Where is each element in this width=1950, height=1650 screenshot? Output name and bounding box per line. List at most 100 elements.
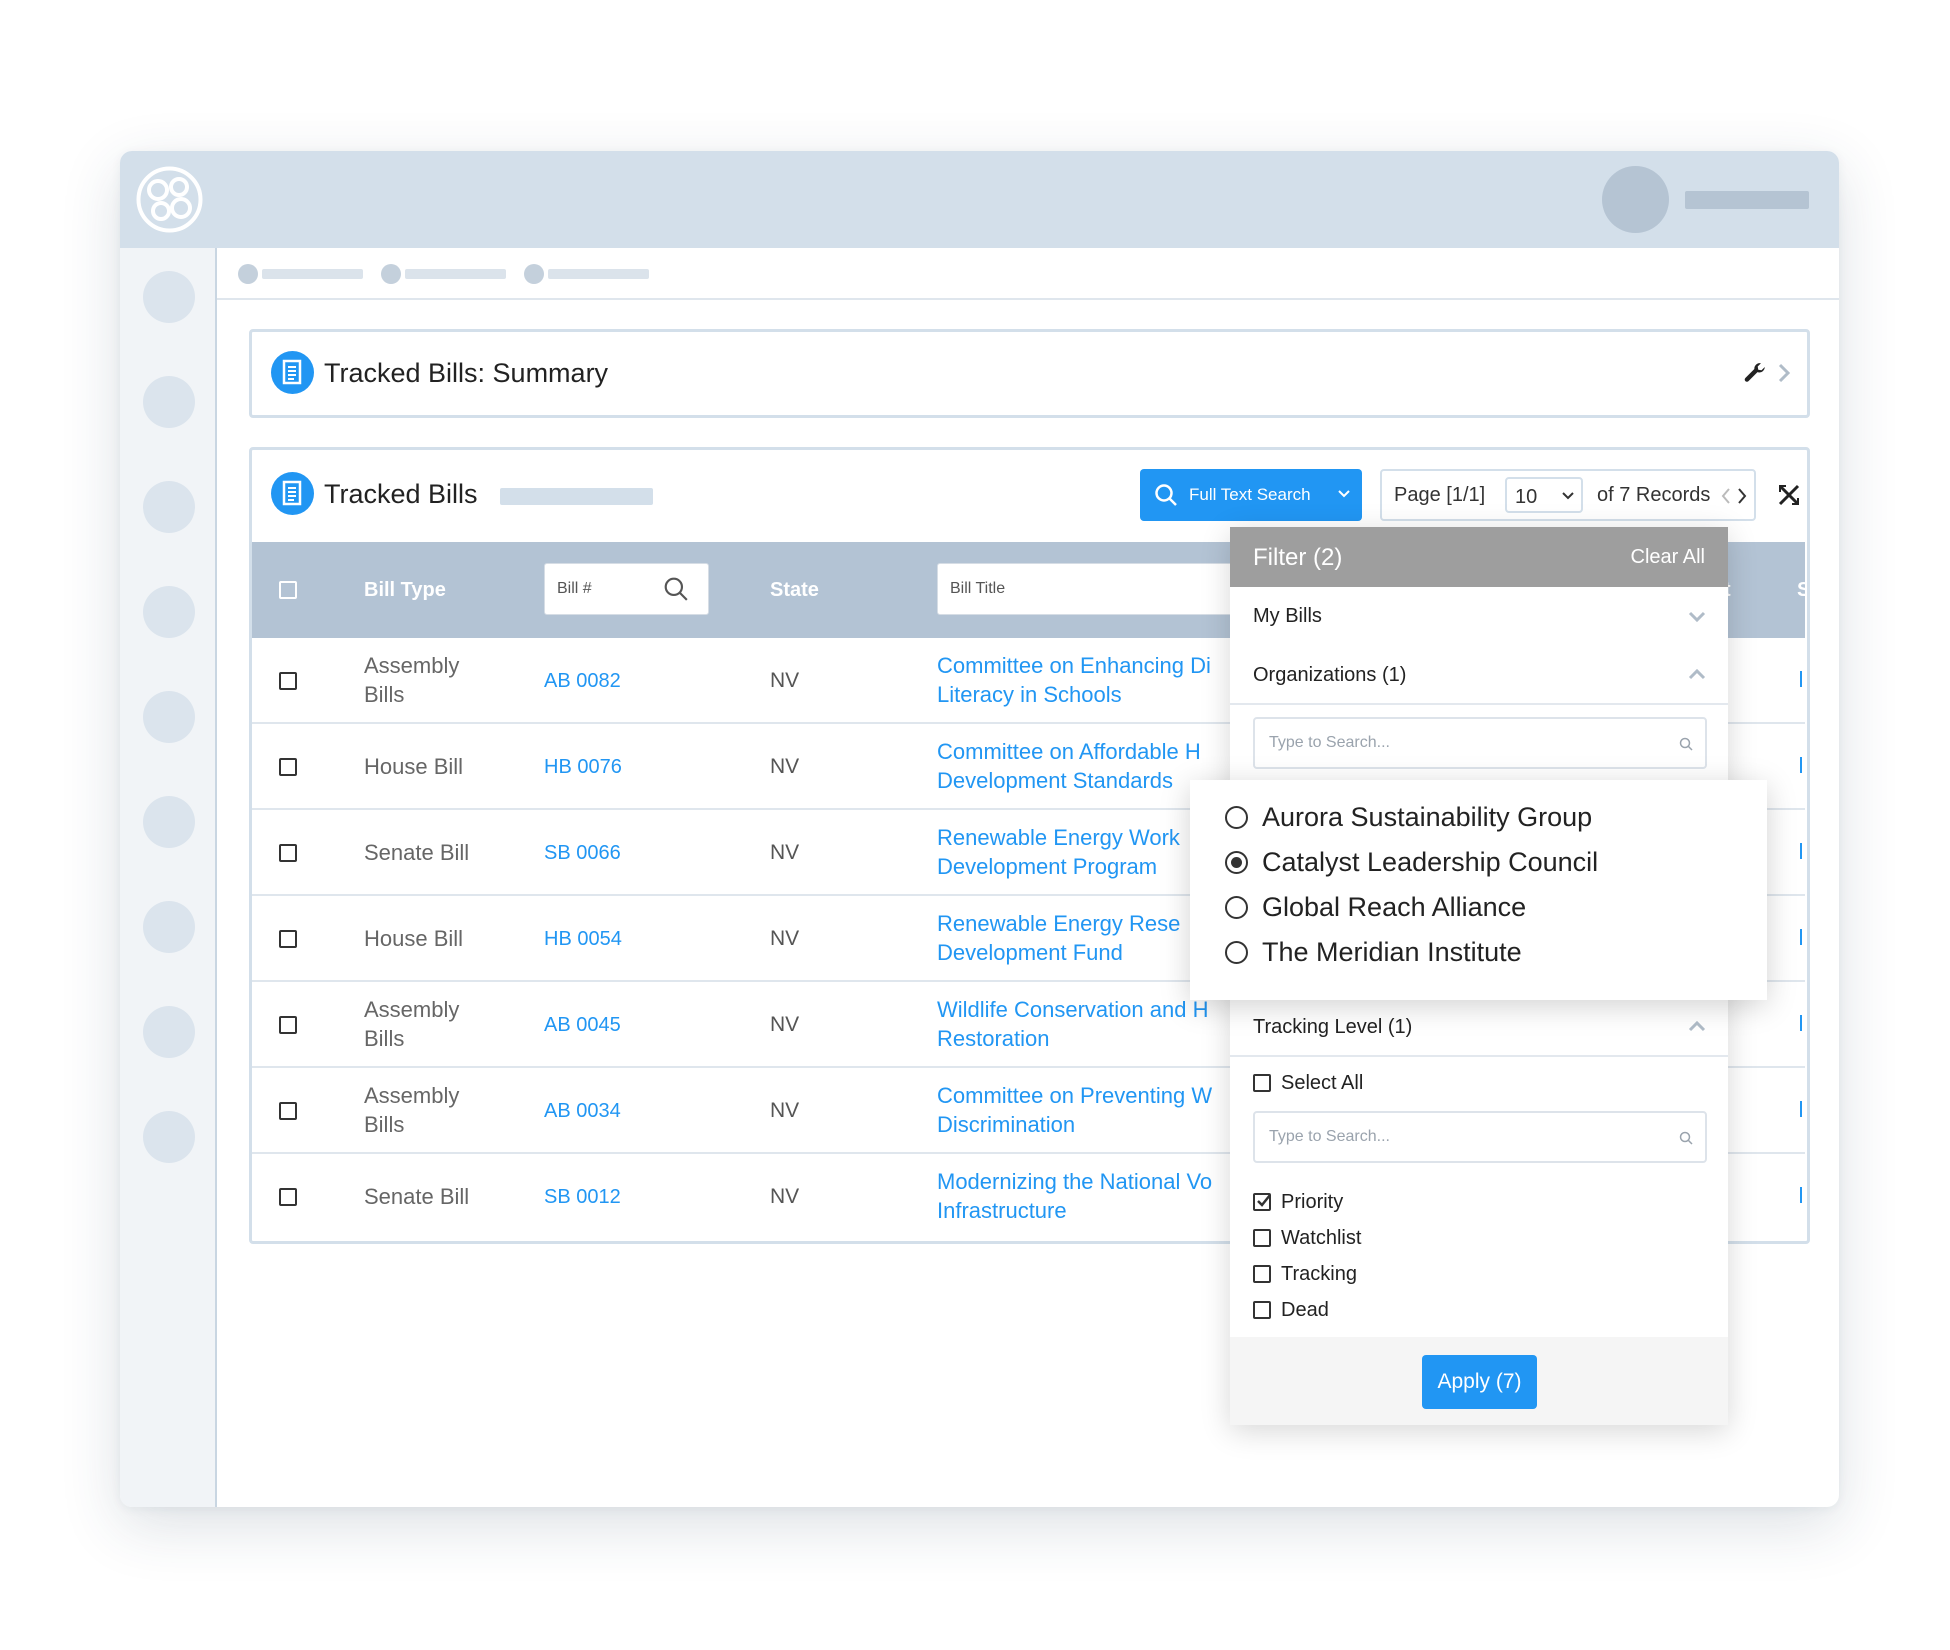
row-checkbox[interactable] bbox=[279, 758, 297, 776]
top-bar bbox=[120, 151, 1839, 248]
partial-link[interactable] bbox=[1800, 1187, 1802, 1203]
sidebar-item[interactable] bbox=[143, 586, 195, 638]
column-header-partial[interactable]: S bbox=[1797, 579, 1807, 602]
breadcrumb-item[interactable] bbox=[548, 269, 649, 279]
organization-options-popup: Aurora Sustainability Group Catalyst Lea… bbox=[1190, 780, 1767, 1000]
checked-checkbox[interactable] bbox=[1253, 1193, 1271, 1211]
divider bbox=[1230, 703, 1728, 705]
sidebar-item[interactable] bbox=[143, 376, 195, 428]
bill-title-link[interactable]: Committee on Preventing W Discrimination bbox=[937, 1081, 1237, 1143]
bill-title-line: Committee on Affordable H bbox=[937, 739, 1201, 764]
app-logo-icon[interactable] bbox=[136, 166, 203, 233]
apply-button[interactable]: Apply (7) bbox=[1422, 1355, 1537, 1409]
bill-number-link[interactable]: SB 0012 bbox=[544, 1186, 621, 1209]
bill-title-line: Restoration bbox=[937, 1026, 1050, 1051]
radio-button[interactable] bbox=[1225, 806, 1248, 829]
tracking-level-label: Priority bbox=[1281, 1191, 1344, 1213]
chevron-up-icon[interactable] bbox=[1688, 1020, 1706, 1032]
sidebar-item[interactable] bbox=[143, 901, 195, 953]
column-header-state[interactable]: State bbox=[770, 579, 819, 602]
checkbox[interactable] bbox=[1253, 1074, 1271, 1092]
sidebar-item[interactable] bbox=[143, 1006, 195, 1058]
chevron-down-icon bbox=[1338, 490, 1350, 498]
radio-button[interactable] bbox=[1225, 941, 1248, 964]
page-size-select[interactable]: 10 bbox=[1505, 477, 1583, 513]
bill-title-line: Committee on Enhancing Di bbox=[937, 653, 1211, 678]
filter-footer: Apply (7) bbox=[1230, 1337, 1728, 1425]
checkbox[interactable] bbox=[1253, 1301, 1271, 1319]
tracking-level-label: Tracking bbox=[1281, 1263, 1357, 1285]
checkbox[interactable] bbox=[1253, 1265, 1271, 1283]
organization-search-input[interactable]: Type to Search... bbox=[1253, 717, 1707, 769]
bill-number-link[interactable]: HB 0076 bbox=[544, 756, 622, 779]
row-checkbox[interactable] bbox=[279, 930, 297, 948]
sidebar-item[interactable] bbox=[143, 271, 195, 323]
bill-state: NV bbox=[770, 669, 800, 692]
collapse-icon[interactable] bbox=[1777, 483, 1801, 512]
row-checkbox[interactable] bbox=[279, 1102, 297, 1120]
column-header-bill-type[interactable]: Bill Type bbox=[364, 579, 446, 602]
sidebar-item[interactable] bbox=[143, 691, 195, 743]
divider bbox=[1230, 1055, 1728, 1057]
chevron-down-icon[interactable] bbox=[1688, 611, 1706, 623]
bill-number-link[interactable]: AB 0082 bbox=[544, 670, 621, 693]
chevron-right-icon[interactable] bbox=[1737, 487, 1747, 505]
bill-number-link[interactable]: AB 0045 bbox=[544, 1014, 621, 1037]
partial-link[interactable] bbox=[1800, 1015, 1802, 1031]
bill-title-line: Infrastructure bbox=[937, 1198, 1067, 1223]
breadcrumb-item[interactable] bbox=[262, 269, 363, 279]
clear-all-button[interactable]: Clear All bbox=[1631, 546, 1705, 569]
full-text-search-button[interactable]: Full Text Search bbox=[1140, 469, 1362, 521]
partial-link[interactable] bbox=[1800, 843, 1802, 859]
filter-title: Filter (2) bbox=[1253, 544, 1343, 571]
sidebar-item[interactable] bbox=[143, 1111, 195, 1163]
bill-title-link[interactable]: Wildlife Conservation and H Restoration bbox=[937, 995, 1237, 1057]
tracking-level-section-toggle[interactable]: Tracking Level (1) bbox=[1253, 1016, 1412, 1039]
bill-state: NV bbox=[770, 927, 800, 950]
partial-link[interactable] bbox=[1800, 757, 1802, 773]
radio-button-selected[interactable] bbox=[1225, 851, 1248, 874]
summary-card-title: Tracked Bills: Summary bbox=[324, 358, 609, 388]
row-checkbox[interactable] bbox=[279, 672, 297, 690]
bill-number-link[interactable]: AB 0034 bbox=[544, 1100, 621, 1123]
wrench-icon[interactable] bbox=[1742, 360, 1768, 391]
page-size-value: 10 bbox=[1515, 486, 1538, 508]
my-bills-section-toggle[interactable]: My Bills bbox=[1253, 605, 1322, 628]
partial-link[interactable] bbox=[1800, 929, 1802, 945]
records-count: of 7 Records bbox=[1597, 484, 1711, 506]
organizations-section-toggle[interactable]: Organizations (1) bbox=[1253, 664, 1406, 687]
row-checkbox[interactable] bbox=[279, 1188, 297, 1206]
chevron-left-icon[interactable] bbox=[1721, 487, 1731, 505]
sidebar-item[interactable] bbox=[143, 481, 195, 533]
bill-title-link[interactable]: Committee on Enhancing Di Literacy in Sch… bbox=[937, 651, 1237, 713]
row-checkbox[interactable] bbox=[279, 1016, 297, 1034]
bill-number-link[interactable]: SB 0066 bbox=[544, 842, 621, 865]
bill-state: NV bbox=[770, 1185, 800, 1208]
bill-number-link[interactable]: HB 0054 bbox=[544, 928, 622, 951]
search-icon bbox=[1155, 484, 1177, 506]
pagination: Page [1/1] 10 of 7 Records bbox=[1380, 469, 1756, 521]
bill-number-filter-input[interactable]: Bill # bbox=[544, 563, 709, 615]
organization-label: The Meridian Institute bbox=[1262, 937, 1522, 967]
radio-button[interactable] bbox=[1225, 896, 1248, 919]
chevron-up-icon[interactable] bbox=[1688, 668, 1706, 680]
breadcrumb-item[interactable] bbox=[405, 269, 506, 279]
chevron-right-icon[interactable] bbox=[1777, 362, 1791, 389]
row-checkbox[interactable] bbox=[279, 844, 297, 862]
select-all-rows-checkbox[interactable] bbox=[279, 581, 297, 599]
partial-link[interactable] bbox=[1800, 671, 1802, 687]
bill-type: Assembly bbox=[364, 1083, 460, 1108]
search-icon bbox=[1679, 1131, 1693, 1145]
bill-title-filter-input[interactable]: Bill Title bbox=[937, 563, 1257, 615]
user-avatar[interactable] bbox=[1602, 166, 1669, 233]
partial-link[interactable] bbox=[1800, 1101, 1802, 1117]
filter-header: Filter (2) Clear All bbox=[1230, 527, 1728, 587]
organization-search-placeholder: Type to Search... bbox=[1269, 734, 1390, 751]
tracking-level-search-input[interactable]: Type to Search... bbox=[1253, 1111, 1707, 1163]
document-icon bbox=[271, 351, 314, 394]
bill-title-link[interactable]: Modernizing the National Vo Infrastructur… bbox=[937, 1167, 1237, 1229]
sidebar-item[interactable] bbox=[143, 796, 195, 848]
document-icon bbox=[271, 472, 314, 515]
summary-card: Tracked Bills: Summary bbox=[249, 329, 1810, 418]
checkbox[interactable] bbox=[1253, 1229, 1271, 1247]
